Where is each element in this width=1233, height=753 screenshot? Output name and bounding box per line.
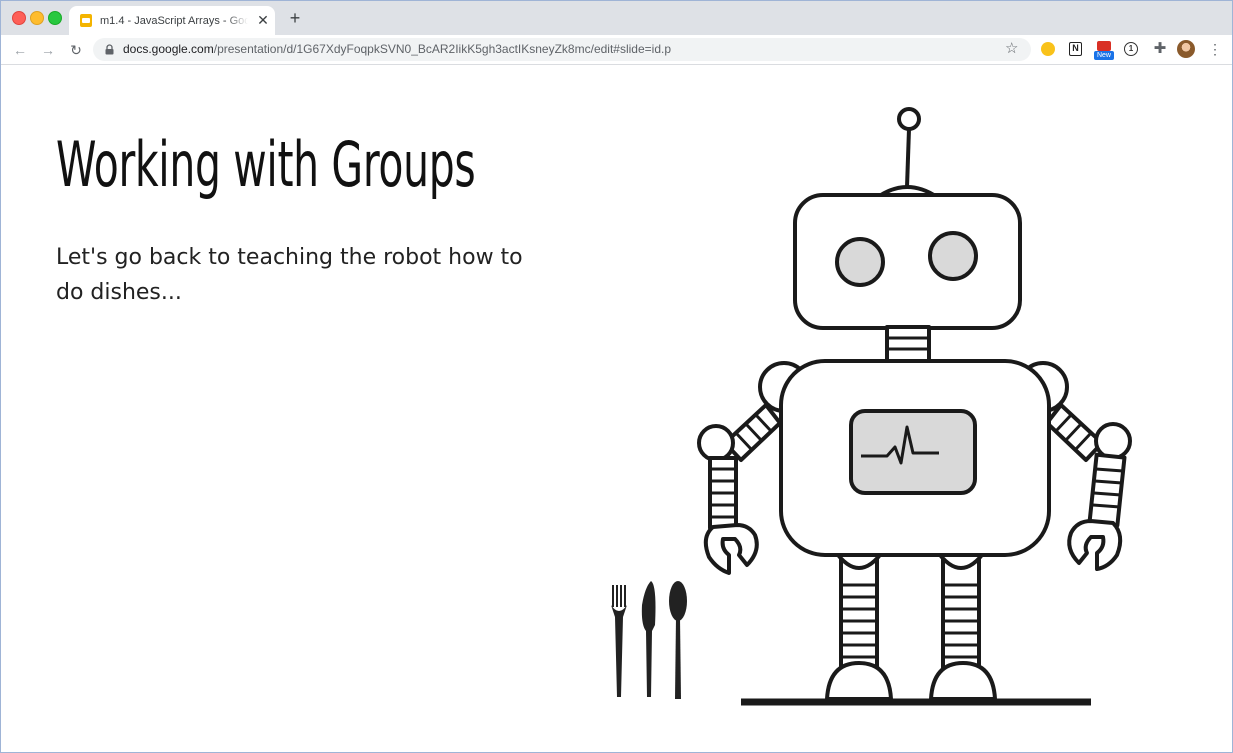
browser-menu-icon[interactable]: ⋮ — [1208, 40, 1222, 58]
back-button[interactable]: ← — [10, 40, 30, 60]
new-tab-button[interactable]: + — [285, 7, 305, 29]
maximize-window-button[interactable] — [48, 11, 62, 25]
tab-title: m1.4 - JavaScript Arrays - Google Slides — [100, 15, 248, 27]
slide-canvas: Working with Groups Let's go back to tea… — [1, 65, 1232, 752]
fork-icon — [611, 585, 627, 697]
tab-close-icon[interactable]: ✕ — [255, 12, 271, 28]
url-host: docs.google.com — [123, 42, 214, 56]
slides-favicon-icon — [80, 14, 92, 27]
new-extension-icon[interactable]: New — [1094, 40, 1114, 60]
extensions-puzzle-icon[interactable]: ✚ — [1151, 40, 1169, 58]
extension-red-icon — [1097, 41, 1111, 51]
forward-button[interactable]: → — [38, 40, 58, 60]
extension-yellow-icon[interactable] — [1041, 42, 1055, 56]
bookmark-star-icon[interactable]: ☆ — [1005, 40, 1018, 58]
lock-icon — [105, 44, 114, 55]
url-text[interactable]: docs.google.com/presentation/d/1G67XdyFo… — [123, 42, 671, 57]
robot-icon — [697, 107, 1132, 706]
reload-button[interactable]: ↻ — [66, 40, 86, 60]
minimize-window-button[interactable] — [30, 11, 44, 25]
profile-avatar[interactable] — [1177, 40, 1195, 58]
close-window-button[interactable] — [12, 11, 26, 25]
url-path: /presentation/d/1G67XdyFoqpkSVN0_BcAR2Ii… — [213, 42, 671, 56]
browser-window: m1.4 - JavaScript Arrays - Google Slides… — [0, 0, 1233, 753]
browser-toolbar: ← → ↻ docs.google.com/presentation/d/1G6… — [1, 35, 1232, 65]
password-manager-icon[interactable]: 1 — [1124, 42, 1138, 56]
tab-active[interactable]: m1.4 - JavaScript Arrays - Google Slides… — [69, 6, 275, 35]
new-badge: New — [1094, 51, 1114, 60]
address-bar[interactable]: docs.google.com/presentation/d/1G67XdyFo… — [93, 38, 1031, 61]
notion-extension-icon[interactable]: N — [1069, 42, 1082, 56]
knife-icon — [641, 581, 656, 697]
slide-illustration — [611, 107, 1132, 706]
tab-strip: m1.4 - JavaScript Arrays - Google Slides… — [1, 1, 1232, 35]
spoon-icon — [669, 581, 687, 699]
